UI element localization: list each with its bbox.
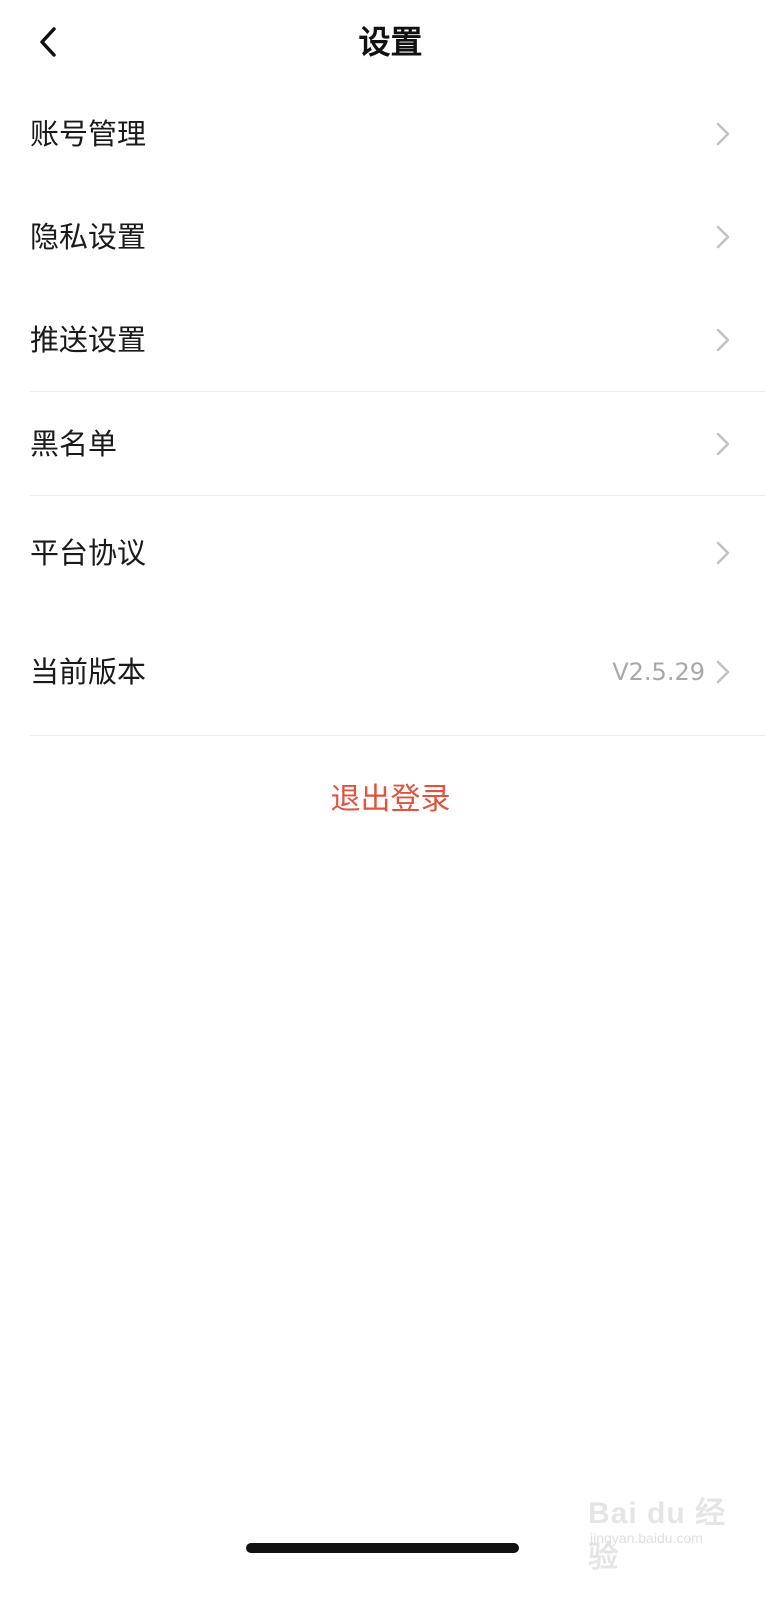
menu-item-label: 隐私设置 — [30, 220, 147, 254]
home-indicator[interactable] — [246, 1543, 519, 1553]
watermark-logo: Bai du 经验 jingyan.baidu.com — [588, 1484, 738, 1574]
menu-item-label: 当前版本 — [30, 655, 147, 689]
menu-item-label: 黑名单 — [30, 427, 118, 461]
chevron-right-icon — [713, 658, 733, 686]
menu-item-account-management[interactable]: 账号管理 — [0, 82, 781, 186]
divider — [30, 735, 765, 736]
menu-item-privacy-settings[interactable]: 隐私设置 — [0, 185, 781, 289]
navigation-bar: 设置 — [0, 0, 781, 84]
menu-item-blacklist[interactable]: 黑名单 — [0, 392, 781, 496]
menu-item-label: 账号管理 — [30, 117, 147, 151]
chevron-right-icon — [713, 223, 733, 251]
menu-item-current-version[interactable]: 当前版本 V2.5.29 — [0, 620, 781, 724]
chevron-right-icon — [713, 430, 733, 458]
menu-item-push-settings[interactable]: 推送设置 — [0, 288, 781, 392]
page-title: 设置 — [358, 23, 423, 61]
chevron-right-icon — [713, 326, 733, 354]
menu-item-platform-agreement[interactable]: 平台协议 — [0, 496, 781, 610]
version-value: V2.5.29 — [612, 658, 705, 686]
chevron-right-icon — [713, 539, 733, 567]
watermark-url: jingyan.baidu.com — [590, 1530, 703, 1546]
menu-item-label: 推送设置 — [30, 323, 147, 357]
logout-button[interactable]: 退出登录 — [0, 770, 781, 830]
chevron-right-icon — [713, 120, 733, 148]
menu-item-label: 平台协议 — [30, 536, 147, 570]
